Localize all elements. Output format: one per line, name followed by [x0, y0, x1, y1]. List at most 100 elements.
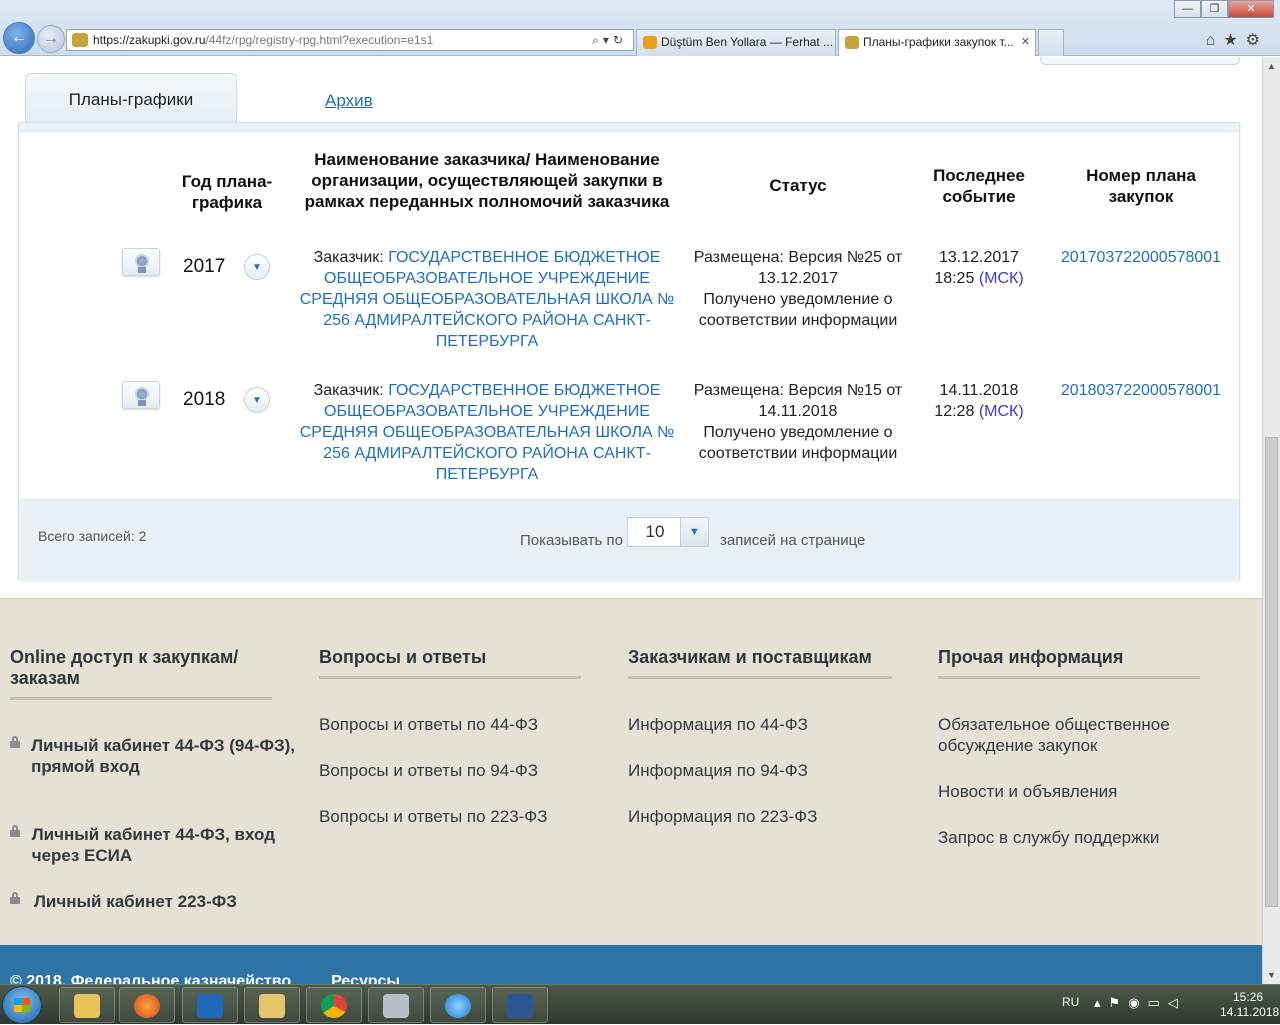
system-tray: RU ▴⚑◉▭◁ 15:26 14.11.2018	[1020, 985, 1280, 1025]
site-emblem-icon	[72, 33, 88, 47]
footer-heading: Online доступ к закупкам/заказам	[10, 647, 272, 700]
footer-link[interactable]: Информация по 223-ФЗ	[628, 806, 817, 827]
show-by-label: Показывать по	[520, 532, 623, 549]
panel-top-band	[19, 123, 1239, 133]
language-indicator[interactable]: RU	[1062, 995, 1079, 1009]
file-manager-icon[interactable]	[244, 987, 300, 1023]
tab-archive[interactable]: Архив	[325, 91, 373, 111]
site-emblem-icon	[845, 36, 859, 49]
plan-number-link[interactable]: 201803722000578001	[1051, 380, 1231, 401]
start-button[interactable]	[2, 986, 42, 1024]
row-customer: Заказчик: ГОСУДАРСТВЕННОЕ БЮДЖЕТНОЕ ОБЩЕ…	[291, 380, 683, 485]
gear-icon[interactable]: ⚙	[1246, 32, 1268, 49]
copyright-text: © 2018. Федеральное казначейство	[10, 973, 292, 984]
footer-link-cabinet-223[interactable]: Личный кабинет 223-ФЗ	[10, 891, 300, 912]
music-tab-icon	[643, 36, 657, 49]
row-last-event: 14.11.2018 12:28 (МСК)	[921, 380, 1037, 422]
back-button[interactable]: ←	[3, 22, 35, 54]
results-panel: Год плана-графика Наименование заказчика…	[18, 122, 1240, 581]
scroll-thumb[interactable]	[1265, 437, 1278, 907]
customer-prefix: Заказчик:	[313, 249, 389, 266]
browser-chrome: — ❐ ✕ ← → https://zakupki.gov.ru/44fz/rp…	[0, 0, 1280, 56]
total-records: Всего записей: 2	[38, 528, 147, 544]
minimize-button[interactable]: —	[1174, 0, 1201, 18]
page-content: Планы-графики Архив Год плана-графика На…	[0, 57, 1262, 984]
footer-link[interactable]: Вопросы и ответы по 94-ФЗ	[319, 760, 538, 781]
clock[interactable]: 15:26 14.11.2018	[1220, 990, 1279, 1020]
status-main: Размещена: Версия №25 от 13.12.2017	[693, 249, 903, 287]
status-main: Размещена: Версия №15 от 14.11.2018	[693, 382, 903, 420]
footer-col-online: Online доступ к закупкам/заказам	[10, 647, 272, 700]
plan-number-link[interactable]: 201703722000578001	[1051, 247, 1231, 268]
footer-link[interactable]: Вопросы и ответы по 44-ФЗ	[319, 714, 538, 735]
resources-link[interactable]: Ресурсы	[331, 973, 400, 984]
firefox-icon[interactable]	[119, 987, 175, 1023]
home-icon[interactable]: ⌂	[1206, 32, 1224, 49]
explorer-folder-icon[interactable]	[59, 987, 115, 1023]
restore-button[interactable]: ❐	[1201, 0, 1228, 18]
footer-col-other: Прочая информация	[938, 647, 1200, 679]
lock-icon	[10, 892, 20, 904]
event-date: 13.12.2017	[938, 249, 1020, 266]
footer-link[interactable]: Информация по 94-ФЗ	[628, 760, 808, 781]
close-tab-icon[interactable]: ✕	[1021, 30, 1030, 55]
chrome-icon[interactable]	[306, 987, 362, 1023]
security-icon[interactable]: ◉	[1128, 995, 1147, 1010]
row-customer: Заказчик: ГОСУДАРСТВЕННОЕ БЮДЖЕТНОЕ ОБЩЕ…	[291, 247, 683, 352]
customer-prefix: Заказчик:	[313, 382, 389, 399]
footer-link[interactable]: Обязательное общественное обсуждение зак…	[938, 714, 1198, 756]
chevron-down-icon[interactable]: ▼	[244, 387, 270, 413]
refresh-icon[interactable]: ↻	[613, 33, 627, 47]
footer-heading: Заказчикам и поставщикам	[628, 647, 892, 679]
header-last-event: Последнее событие	[933, 166, 1025, 206]
outlook-icon[interactable]	[182, 987, 238, 1023]
row-year: 2017	[183, 256, 226, 277]
footer-heading: Вопросы и ответы	[319, 647, 581, 679]
new-tab-button[interactable]	[1038, 29, 1064, 56]
per-page-label: записей на странице	[720, 532, 866, 549]
per-page-select[interactable]: 10 ▼	[627, 517, 709, 547]
arrow-right-icon: →	[43, 30, 59, 47]
scroll-up-icon[interactable]: ▲	[1266, 61, 1277, 71]
chevron-up-icon[interactable]: ▴	[1094, 995, 1109, 1010]
star-icon[interactable]: ★	[1223, 32, 1245, 49]
row-status: Размещена: Версия №15 от 14.11.2018 Полу…	[683, 380, 913, 464]
forward-button[interactable]: →	[37, 25, 65, 53]
footer-link[interactable]: Информация по 44-ФЗ	[628, 714, 808, 735]
window-controls: — ❐ ✕	[1174, 0, 1274, 18]
word-icon[interactable]	[492, 987, 548, 1023]
tab-plans[interactable]: Планы-графики	[25, 73, 237, 123]
url-path: /44fz/rpg/registry-rpg.html?execution=e1…	[205, 33, 434, 47]
lock-icon[interactable]: ▾	[603, 33, 613, 47]
display-icon[interactable]: ▭	[1148, 995, 1168, 1010]
taskbar: RU ▴⚑◉▭◁ 15:26 14.11.2018	[0, 984, 1280, 1024]
search-panel-edge	[1040, 57, 1240, 65]
internet-explorer-icon[interactable]	[430, 987, 486, 1023]
header-customer: Наименование заказчика/ Наименование орг…	[304, 150, 670, 211]
close-button[interactable]: ✕	[1228, 0, 1274, 18]
fax-icon[interactable]	[368, 987, 424, 1023]
page-scrollbar[interactable]: ▲ ▼	[1262, 57, 1280, 984]
footer-link-cabinet-44-94[interactable]: Личный кабинет 44-ФЗ (94-ФЗ), прямой вхо…	[10, 735, 300, 777]
timezone-label: (МСК)	[978, 403, 1024, 420]
footer-heading: Прочая информация	[938, 647, 1200, 679]
row-year: 2018	[183, 389, 226, 410]
link-label: Личный кабинет 44-ФЗ (94-ФЗ), прямой вхо…	[31, 736, 296, 776]
address-bar[interactable]: https://zakupki.gov.ru/44fz/rpg/registry…	[66, 29, 634, 51]
lock-icon	[10, 736, 21, 748]
footer-link[interactable]: Запрос в службу поддержки	[938, 827, 1159, 848]
chevron-down-icon[interactable]: ▼	[680, 518, 708, 546]
clock-time: 15:26	[1232, 990, 1264, 1004]
chevron-down-icon[interactable]: ▼	[244, 254, 270, 280]
tab-music[interactable]: Düştüm Ben Yollara — Ferhat ...	[636, 29, 836, 56]
volume-icon[interactable]: ◁	[1168, 995, 1186, 1010]
certificate-icon[interactable]	[122, 248, 160, 276]
search-icon[interactable]: ⌕	[592, 33, 603, 47]
tab-zakupki[interactable]: Планы-графики закупок т... ✕	[838, 29, 1036, 56]
certificate-icon[interactable]	[122, 381, 160, 409]
footer-link-cabinet-44-esia[interactable]: Личный кабинет 44-ФЗ, вход через ЕСИА	[10, 824, 300, 866]
footer-link[interactable]: Вопросы и ответы по 223-ФЗ	[319, 806, 548, 827]
network-icon[interactable]: ⚑	[1109, 995, 1129, 1010]
scroll-down-icon[interactable]: ▼	[1266, 970, 1277, 980]
footer-link[interactable]: Новости и объявления	[938, 781, 1117, 802]
